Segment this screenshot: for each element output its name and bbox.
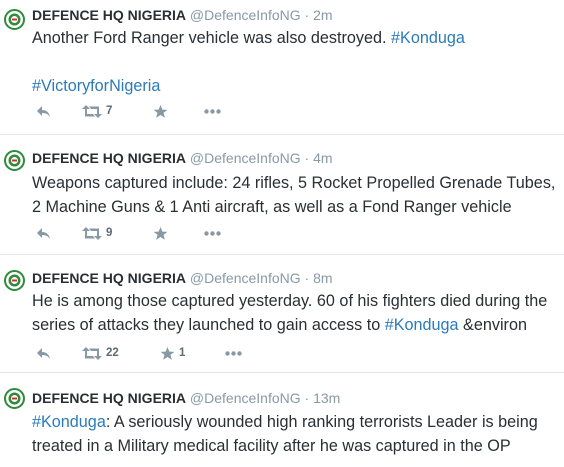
tweet-text: He is among those captured yesterday. 60… — [32, 289, 560, 337]
reply-button[interactable] — [36, 103, 51, 119]
tweet-text-segment: Another Ford Ranger vehicle was also des… — [32, 29, 392, 47]
separator: · — [304, 7, 310, 23]
retweet-icon — [82, 104, 102, 118]
favorite-count: 1 — [179, 347, 186, 359]
author-handle[interactable]: @DefenceInfoNG — [190, 390, 301, 406]
author-name[interactable]: DEFENCE HQ NIGERIA — [32, 390, 186, 406]
tweet-text-segment: : A seriously wounded high ranking terro… — [105, 413, 538, 431]
hashtag-link[interactable]: #Konduga — [391, 29, 465, 47]
retweet-button[interactable]: 9 — [82, 225, 112, 241]
star-icon — [160, 346, 175, 360]
reply-icon — [37, 227, 50, 239]
tweet-text: #Konduga: A seriously wounded high ranki… — [32, 410, 560, 458]
tweet[interactable]: DEFENCE HQ NIGERIA @DefenceInfoNG · 4m W… — [0, 135, 564, 255]
tweet-text-line: Weapons captured include: 24 rifles, 5 R… — [32, 174, 556, 192]
separator: · — [304, 390, 310, 406]
tweet[interactable]: DEFENCE HQ NIGERIA @DefenceInfoNG · 13m … — [0, 373, 564, 467]
more-icon — [204, 230, 221, 236]
tweet-text: Weapons captured include: 24 rifles, 5 R… — [32, 171, 560, 219]
author-handle[interactable]: @DefenceInfoNG — [190, 7, 301, 23]
tweet[interactable]: DEFENCE HQ NIGERIA @DefenceInfoNG · 2m A… — [0, 0, 564, 135]
author-name[interactable]: DEFENCE HQ NIGERIA — [32, 7, 186, 23]
avatar[interactable] — [4, 270, 25, 291]
retweet-button[interactable]: 22 — [82, 345, 119, 361]
more-button[interactable] — [204, 103, 221, 119]
tweet-actions: 22 1 — [32, 345, 262, 361]
tweet-text-line: 2 Machine Guns & 1 Anti aircraft, as wel… — [32, 198, 512, 216]
timestamp[interactable]: 13m — [313, 390, 340, 406]
favorite-button[interactable] — [153, 225, 168, 241]
timestamp[interactable]: 4m — [313, 150, 332, 166]
more-icon — [204, 108, 221, 114]
more-button[interactable] — [204, 225, 221, 241]
retweet-count: 9 — [106, 227, 113, 239]
retweet-icon — [82, 346, 102, 360]
author-handle[interactable]: @DefenceInfoNG — [190, 150, 301, 166]
timestamp[interactable]: 2m — [313, 7, 332, 23]
avatar[interactable] — [4, 388, 25, 409]
reply-icon — [37, 105, 50, 117]
favorite-button[interactable]: 1 — [160, 345, 185, 361]
separator: · — [304, 270, 310, 286]
star-icon — [153, 104, 168, 118]
avatar[interactable] — [4, 9, 25, 30]
retweet-button[interactable]: 7 — [82, 103, 112, 119]
author-handle[interactable]: @DefenceInfoNG — [190, 270, 301, 286]
reply-button[interactable] — [36, 345, 51, 361]
retweet-count: 7 — [106, 105, 113, 117]
retweet-count: 22 — [106, 347, 119, 359]
tweet-text-line: treated in a Military medical facility a… — [32, 437, 511, 455]
more-icon — [225, 350, 242, 356]
tweet-text: Another Ford Ranger vehicle was also des… — [32, 26, 560, 98]
favorite-button[interactable] — [153, 103, 168, 119]
timestamp[interactable]: 8m — [313, 270, 332, 286]
author-name[interactable]: DEFENCE HQ NIGERIA — [32, 150, 186, 166]
reply-icon — [37, 347, 50, 359]
more-button[interactable] — [225, 345, 242, 361]
tweet-text-segment: &environ — [458, 316, 527, 334]
retweet-icon — [82, 226, 102, 240]
reply-button[interactable] — [36, 225, 51, 241]
author-name[interactable]: DEFENCE HQ NIGERIA — [32, 270, 186, 286]
star-icon — [153, 226, 168, 240]
hashtag-link[interactable]: #Konduga — [385, 316, 459, 334]
hashtag-link[interactable]: #VictoryforNigeria — [32, 77, 160, 95]
tweet-text-segment: series of attacks they launched to gain … — [32, 316, 385, 334]
tweet-actions: 7 — [32, 103, 262, 119]
avatar[interactable] — [4, 150, 25, 171]
separator: · — [304, 150, 310, 166]
tweet[interactable]: DEFENCE HQ NIGERIA @DefenceInfoNG · 8m H… — [0, 255, 564, 373]
hashtag-link[interactable]: #Konduga — [32, 413, 106, 431]
tweet-actions: 9 — [32, 225, 262, 241]
tweet-text-line: He is among those captured yesterday. 60… — [32, 292, 548, 310]
